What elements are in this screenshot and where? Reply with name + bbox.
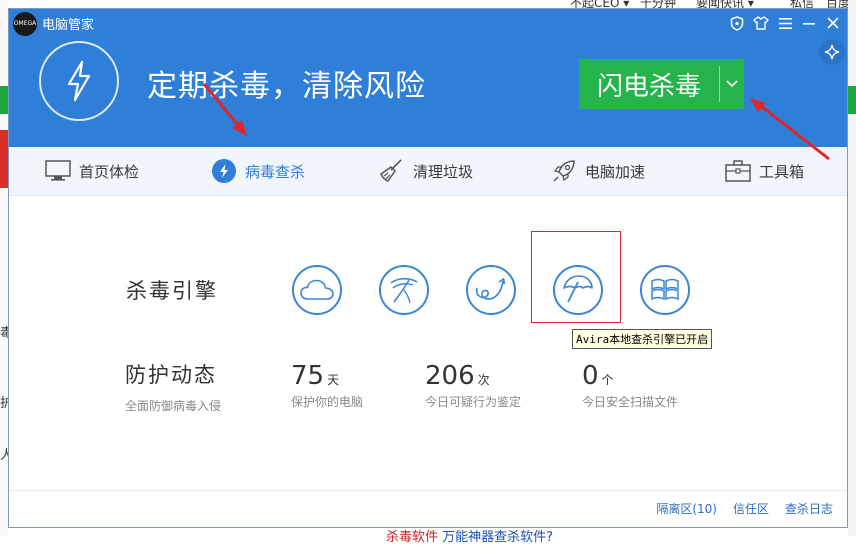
menu-icon[interactable] bbox=[777, 15, 793, 31]
stat-unit: 次 bbox=[477, 373, 490, 387]
shield-icon[interactable] bbox=[729, 15, 745, 31]
app-logo: OMEGA bbox=[13, 12, 37, 36]
local-engine-icon[interactable] bbox=[466, 265, 516, 315]
stat-protected-days: 75 天 保护你的电脑 bbox=[291, 361, 363, 410]
tencent-engine-icon[interactable] bbox=[379, 265, 429, 315]
protection-label: 防护动态 bbox=[125, 363, 217, 387]
stat-value: 206 bbox=[425, 361, 475, 391]
broom-icon bbox=[379, 158, 405, 184]
tab-home-checkup[interactable]: 首页体检 bbox=[45, 147, 139, 195]
windows-engine-icon[interactable] bbox=[640, 265, 690, 315]
toolbox-icon bbox=[725, 158, 751, 184]
tab-toolbox[interactable]: 工具箱 bbox=[725, 147, 804, 195]
tab-label: 清理垃圾 bbox=[413, 162, 474, 181]
stat-suspicious-behaviors: 206 次 今日可疑行为鉴定 bbox=[425, 361, 521, 410]
stat-description: 今日安全扫描文件 bbox=[582, 395, 679, 409]
background-text: 杀毒软件 bbox=[386, 530, 439, 545]
page-headline: 定期杀毒，清除风险 bbox=[147, 69, 426, 104]
scan-log-link[interactable]: 查杀日志 bbox=[785, 500, 833, 517]
stat-scanned-files: 0个 今日安全扫描文件 bbox=[582, 361, 678, 410]
annotation-highlight-box bbox=[531, 231, 621, 323]
bolt-icon bbox=[211, 158, 237, 184]
quarantine-link[interactable]: 隔离区(10) bbox=[656, 500, 717, 517]
background-banner bbox=[0, 86, 8, 114]
sparkle-icon bbox=[824, 44, 840, 60]
background-page-right bbox=[848, 0, 856, 536]
logo-text: OMEGA bbox=[13, 20, 37, 27]
stat-description: 保护你的电脑 bbox=[291, 395, 364, 409]
tab-label: 工具箱 bbox=[759, 162, 805, 181]
lightning-icon bbox=[67, 60, 91, 102]
cloud-engine-icon[interactable] bbox=[292, 265, 342, 315]
window-header: OMEGA 电脑管家 定期杀毒，清除风险 闪电杀毒 bbox=[9, 9, 847, 147]
stat-value: 0 bbox=[582, 361, 599, 391]
engines-label: 杀毒引擎 bbox=[126, 279, 218, 303]
stat-unit: 个 bbox=[601, 373, 614, 387]
pc-manager-window: OMEGA 电脑管家 定期杀毒，清除风险 闪电杀毒 首页体检 病毒查杀 清理垃圾… bbox=[8, 8, 848, 528]
footer-divider bbox=[9, 490, 847, 491]
monitor-icon bbox=[45, 158, 71, 184]
tab-label: 病毒查杀 bbox=[245, 162, 306, 181]
main-tabs: 首页体检 病毒查杀 清理垃圾 电脑加速 工具箱 bbox=[9, 147, 847, 196]
tab-label: 电脑加速 bbox=[585, 162, 646, 181]
tab-speed-up[interactable]: 电脑加速 bbox=[551, 147, 645, 195]
skin-shirt-icon[interactable] bbox=[753, 15, 769, 31]
minimize-icon[interactable] bbox=[801, 15, 817, 31]
tab-label: 首页体检 bbox=[79, 162, 140, 181]
stat-description: 今日可疑行为鉴定 bbox=[425, 395, 522, 409]
window-controls bbox=[729, 15, 841, 31]
tab-clean-junk[interactable]: 清理垃圾 bbox=[379, 147, 473, 195]
chevron-down-icon[interactable] bbox=[720, 80, 744, 88]
background-banner bbox=[0, 130, 8, 188]
stat-unit: 天 bbox=[327, 373, 340, 387]
engine-tooltip: Avira本地查杀引擎已开启 bbox=[572, 329, 713, 349]
background-text: 万能神器查杀软件? bbox=[442, 530, 554, 545]
flash-scan-button[interactable]: 闪电杀毒 bbox=[579, 59, 744, 109]
lightning-emblem bbox=[39, 41, 119, 121]
flash-scan-label: 闪电杀毒 bbox=[596, 71, 701, 102]
trust-zone-link[interactable]: 信任区 bbox=[733, 500, 769, 517]
stat-value: 75 bbox=[291, 361, 325, 391]
window-title: 电脑管家 bbox=[42, 18, 95, 33]
tab-virus-scan[interactable]: 病毒查杀 bbox=[211, 147, 305, 195]
close-icon[interactable] bbox=[825, 15, 841, 31]
footer-links: 隔离区(10) 信任区 查杀日志 bbox=[656, 500, 833, 517]
sparkle-button[interactable] bbox=[819, 39, 845, 65]
rocket-icon bbox=[551, 158, 577, 184]
background-banner bbox=[848, 86, 856, 114]
protection-subtitle: 全面防御病毒入侵 bbox=[125, 399, 222, 413]
